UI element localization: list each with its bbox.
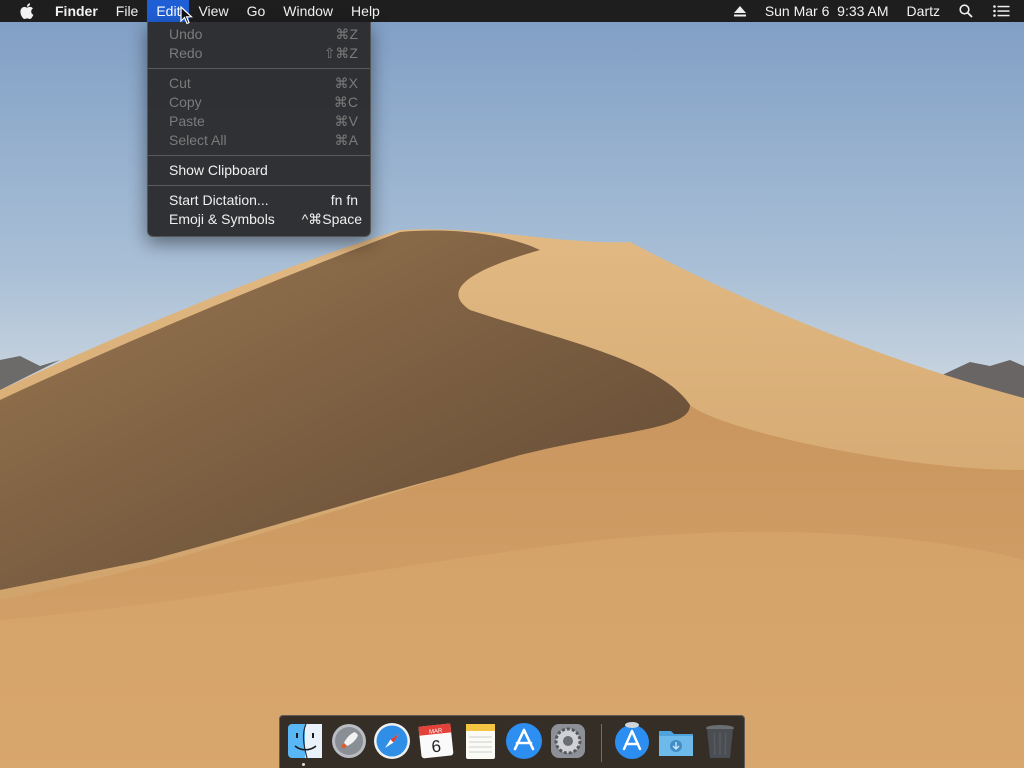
menu-item-shortcut: ⇧⌘Z [323, 45, 358, 61]
menu-item-label: Copy [169, 94, 202, 110]
app-store-download-icon[interactable] [612, 721, 652, 761]
menu-item-label: Cut [169, 75, 191, 91]
system-preferences-icon[interactable] [548, 721, 588, 761]
downloads-folder-icon[interactable] [656, 721, 696, 761]
menubar-clock[interactable]: Sun Mar 6 9:33 AM [756, 0, 898, 22]
calendar-icon[interactable]: MAR 6 [416, 721, 456, 761]
menubar-user[interactable]: Dartz [898, 0, 949, 22]
mouse-pointer-icon [180, 6, 193, 25]
menu-item-start-dictation[interactable]: Start Dictation... fn fn [148, 191, 370, 210]
safari-icon[interactable] [372, 721, 412, 761]
trash-icon[interactable] [700, 721, 740, 761]
apple-menu-icon[interactable] [0, 0, 46, 22]
menu-item-copy[interactable]: Copy ⌘C [148, 93, 370, 112]
edit-menu-dropdown: Undo ⌘Z Redo ⇧⌘Z Cut ⌘X Copy ⌘C Paste ⌘V… [147, 22, 371, 237]
menu-item-label: Start Dictation... [169, 192, 269, 208]
menu-separator [148, 185, 370, 186]
menu-item-shortcut: ⌘X [334, 75, 358, 91]
menu-separator [148, 155, 370, 156]
menu-item-label: Select All [169, 132, 227, 148]
calendar-day: 6 [431, 737, 442, 757]
menu-item-select-all[interactable]: Select All ⌘A [148, 131, 370, 150]
launchpad-icon[interactable] [329, 721, 369, 761]
menu-item-shortcut: ^⌘Space [301, 211, 362, 227]
notes-icon[interactable] [460, 721, 500, 761]
menu-item-shortcut: ⌘V [334, 113, 358, 129]
menu-item-shortcut: ⌘Z [335, 26, 358, 42]
app-store-icon[interactable] [504, 721, 544, 761]
menu-item-label: Undo [169, 26, 203, 42]
menu-separator [148, 68, 370, 69]
menu-window[interactable]: Window [274, 0, 342, 22]
menu-item-label: Redo [169, 45, 203, 61]
menu-item-cut[interactable]: Cut ⌘X [148, 74, 370, 93]
menu-item-shortcut: ⌘C [333, 94, 358, 110]
dock: MAR 6 [279, 715, 745, 768]
menu-app-name[interactable]: Finder [46, 0, 107, 22]
menu-bar: Finder File Edit View Go Window Help Sun… [0, 0, 1024, 22]
menu-file[interactable]: File [107, 0, 148, 22]
dock-separator [601, 724, 602, 762]
menu-item-paste[interactable]: Paste ⌘V [148, 112, 370, 131]
menu-item-emoji-symbols[interactable]: Emoji & Symbols ^⌘Space [148, 210, 370, 229]
menu-item-label: Emoji & Symbols [169, 211, 275, 227]
menu-item-show-clipboard[interactable]: Show Clipboard [148, 161, 370, 180]
notification-center-icon[interactable] [983, 0, 1024, 22]
menu-help[interactable]: Help [342, 0, 389, 22]
menu-view[interactable]: View [189, 0, 237, 22]
running-indicator [302, 763, 305, 766]
eject-icon[interactable] [724, 0, 756, 22]
finder-icon[interactable] [285, 721, 325, 761]
menu-item-shortcut: ⌘A [334, 132, 358, 148]
menu-item-label: Show Clipboard [169, 162, 268, 178]
menu-item-redo[interactable]: Redo ⇧⌘Z [148, 44, 370, 63]
menu-item-label: Paste [169, 113, 205, 129]
menu-item-undo[interactable]: Undo ⌘Z [148, 25, 370, 44]
spotlight-search-icon[interactable] [949, 0, 983, 22]
menu-item-shortcut: fn fn [330, 192, 358, 208]
menu-go[interactable]: Go [238, 0, 275, 22]
